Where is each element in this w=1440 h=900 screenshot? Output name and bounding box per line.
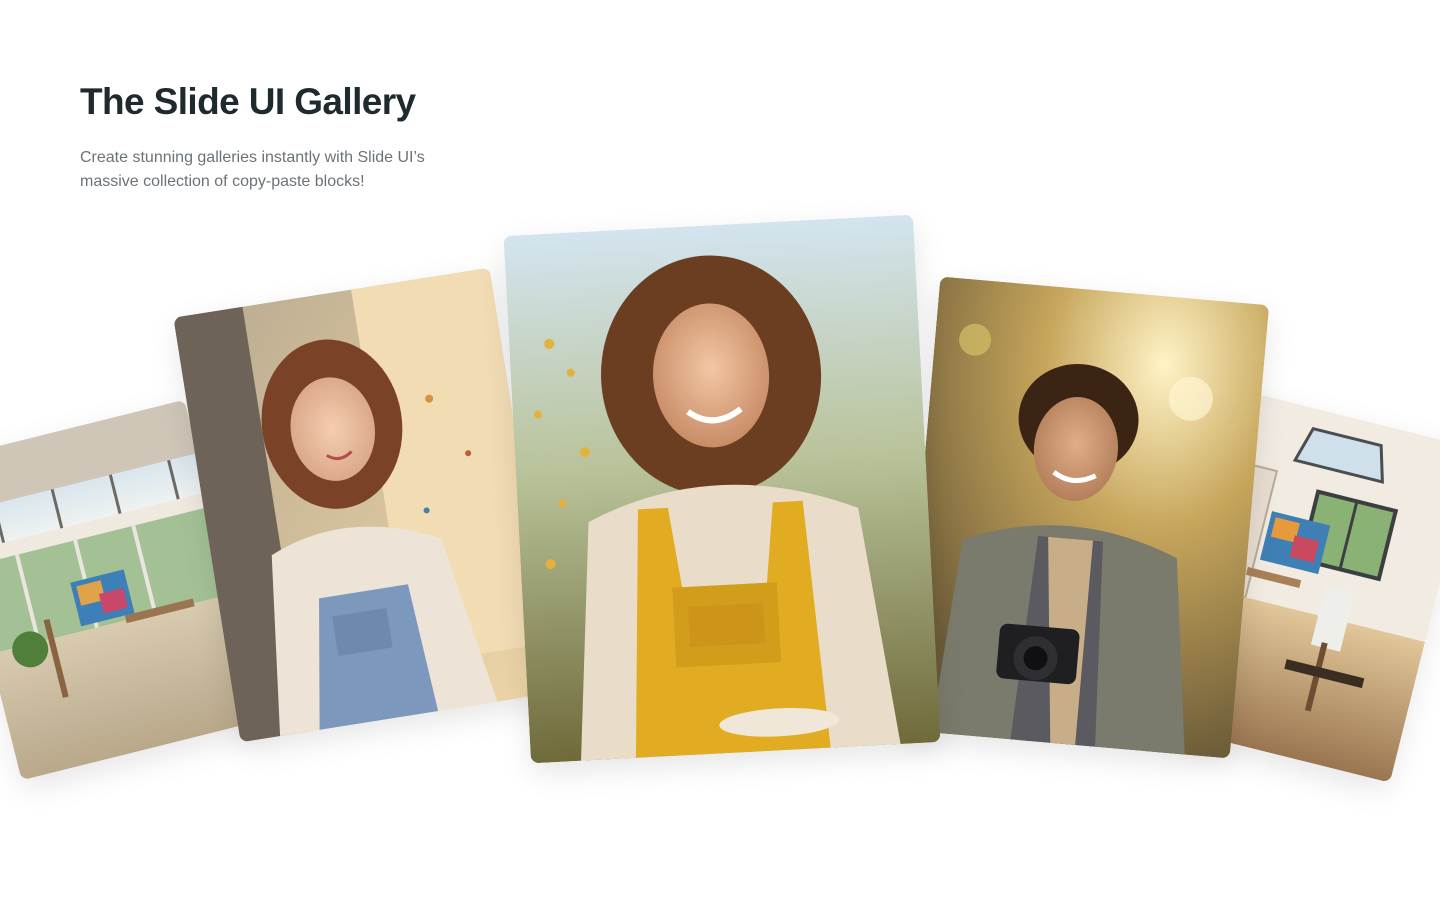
gallery-image-woman-yellow-overalls[interactable] <box>503 214 941 764</box>
gallery-image-woman-easel[interactable] <box>173 267 557 743</box>
gallery-image-man-camera[interactable] <box>900 276 1270 759</box>
photo-gallery <box>0 0 1440 900</box>
